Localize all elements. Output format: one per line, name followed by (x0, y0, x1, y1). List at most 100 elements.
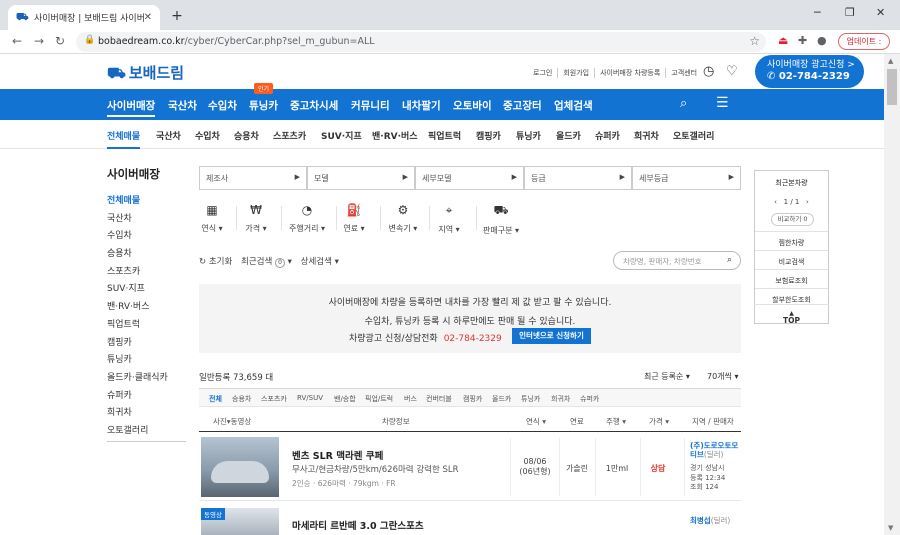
sidebar-item-van[interactable]: 밴·RV·버스 (107, 299, 149, 312)
clock-icon[interactable]: ◷ (703, 64, 714, 79)
close-tab-icon[interactable]: ✕ (144, 12, 152, 23)
filter-region[interactable]: ⌖ 지역 ▾ (429, 203, 469, 235)
sidebar-item-classic[interactable]: 올드카·클래식카 (107, 370, 168, 383)
sidebar-item-tuning[interactable]: 튜닝카 (107, 352, 132, 365)
nav-tuning[interactable]: 튜닝카 (249, 98, 278, 113)
page-scrollbar[interactable]: ▲ ▼ (884, 54, 900, 535)
sort-select[interactable]: 최근 등록순 ▾ (644, 371, 690, 382)
next-page-icon[interactable]: › (806, 198, 809, 206)
col-mileage[interactable]: 주행 ▾ (606, 416, 626, 427)
car-photo[interactable] (201, 437, 279, 497)
scroll-top-button[interactable]: ▲ TOP (754, 304, 829, 325)
filter-year[interactable]: ▦ 연식 ▾ (192, 203, 232, 234)
scroll-up-icon[interactable]: ▲ (888, 57, 893, 65)
sidebar-item-domestic[interactable]: 국산차 (107, 211, 132, 224)
apply-online-button[interactable]: 인터넷으로 신청하기 (512, 328, 591, 344)
profile-icon[interactable]: ● (817, 34, 827, 47)
site-logo[interactable]: ⛟ 보배드림 (107, 62, 184, 84)
sidebar-item-sedan[interactable]: 승용차 (107, 246, 132, 259)
col-price[interactable]: 가격 ▾ (649, 416, 669, 427)
scroll-down-icon[interactable]: ▼ (888, 524, 893, 532)
nav-motorcycle[interactable]: 오토바이 (453, 98, 492, 113)
nav-imported[interactable]: 수입차 (208, 98, 237, 113)
tab-rare[interactable]: 희귀차 (551, 394, 570, 404)
subnav-van[interactable]: 밴·RV·버스 (372, 129, 418, 142)
nav-sell-my-car[interactable]: 내차팔기 (402, 98, 441, 113)
compare-button[interactable]: 비교하기 0 (771, 213, 814, 226)
maker-select[interactable]: 제조사 ▶ (199, 166, 307, 190)
ad-apply-button[interactable]: 사이버매장 광고신청 > ✆ 02-784-2329 (755, 55, 864, 88)
tab-van[interactable]: 밴/승합 (334, 394, 356, 404)
nav-cyber-store[interactable]: 사이버매장 (107, 98, 156, 117)
filter-fuel[interactable]: ⛽ 연료 ▾ (334, 203, 374, 234)
nav-used-market[interactable]: 중고장터 (503, 98, 542, 113)
col-photo[interactable]: 사진▾동영상 (213, 416, 251, 427)
sidebar-item-gallery[interactable]: 오토갤러리 (107, 423, 148, 436)
insurance-link[interactable]: 보험료조회 (755, 269, 828, 288)
subnav-gallery[interactable]: 오토갤러리 (673, 129, 714, 142)
subnav-old[interactable]: 올드카 (556, 129, 581, 142)
customer-center-link[interactable]: 고객센터 (666, 68, 702, 78)
per-page-select[interactable]: 70개씩 ▾ (707, 371, 738, 382)
subnav-sports[interactable]: 스포츠카 (273, 129, 306, 142)
detail-model-select[interactable]: 세부모델 ▶ (415, 166, 524, 190)
seller-name[interactable]: 최병섭(딜러) (690, 516, 730, 525)
detail-search-button[interactable]: 상세검색 ▾ (301, 257, 339, 267)
subnav-imported[interactable]: 수입차 (195, 129, 220, 142)
signup-link[interactable]: 회원가입 (558, 68, 596, 78)
tab-old[interactable]: 올드카 (492, 394, 511, 404)
filter-price[interactable]: ₩ 가격 ▾ (236, 203, 276, 234)
reset-icon[interactable]: ↻ (199, 257, 206, 267)
subnav-all[interactable]: 전체매물 (107, 129, 141, 149)
model-select[interactable]: 모델 ▶ (307, 166, 415, 190)
col-year[interactable]: 연식 ▾ (526, 416, 546, 427)
grade-select[interactable]: 등급 ▶ (524, 166, 632, 190)
nav-dealer-search[interactable]: 업체검색 (554, 98, 593, 113)
extensions-icon[interactable]: ✚ (798, 34, 807, 47)
new-tab-icon[interactable]: + (168, 8, 186, 26)
nav-domestic[interactable]: 국산차 (168, 98, 197, 113)
login-link[interactable]: 로그인 (528, 68, 559, 78)
nav-market-price[interactable]: 중고차시세 (290, 98, 338, 113)
tab-pickup[interactable]: 픽업/트럭 (365, 394, 393, 404)
search-icon[interactable]: ⌕ (680, 96, 687, 111)
reset-button[interactable]: 초기화 (209, 257, 232, 267)
sidebar-item-pickup[interactable]: 픽업트럭 (107, 317, 140, 330)
register-car-link[interactable]: 사이버매장 차량등록 (595, 68, 667, 78)
subnav-super[interactable]: 슈퍼카 (595, 129, 620, 142)
update-button[interactable]: 업데이트 : (838, 33, 890, 50)
forward-icon[interactable]: → (34, 34, 44, 48)
search-icon[interactable]: ⌕ (727, 255, 732, 265)
reload-icon[interactable]: ↻ (55, 34, 65, 48)
tab-rvsuv[interactable]: RV/SUV (297, 394, 323, 402)
liked-cars-link[interactable]: 찜한차량 (755, 231, 828, 250)
car-title[interactable]: 마세라티 르반떼 3.0 그란스포츠 (292, 518, 424, 532)
filter-transmission[interactable]: ⚙ 변속기 ▾ (383, 203, 423, 234)
prev-page-icon[interactable]: ‹ (774, 198, 777, 206)
sidebar-item-all[interactable]: 전체매물 (107, 193, 140, 206)
compare-search-link[interactable]: 비교검색 (755, 250, 828, 269)
tab-sedan[interactable]: 승용차 (232, 394, 251, 404)
sidebar-item-sports[interactable]: 스포츠카 (107, 264, 140, 277)
subnav-rare[interactable]: 희귀차 (634, 129, 659, 142)
tab-tuning[interactable]: 튜닝카 (521, 394, 540, 404)
pdf-extension-icon[interactable]: ⏏ (778, 34, 788, 47)
sidebar-item-imported[interactable]: 수입차 (107, 228, 132, 241)
sidebar-item-suv[interactable]: SUV·지프 (107, 281, 145, 294)
detail-grade-select[interactable]: 세부등급 ▶ (632, 166, 741, 190)
recent-search-button[interactable]: 최근검색 0 ▾ (241, 257, 292, 268)
tab-all[interactable]: 전체 (209, 394, 222, 404)
scrollbar-thumb[interactable] (887, 69, 897, 105)
restore-icon[interactable]: ❐ (845, 6, 855, 19)
subnav-suv[interactable]: SUV·지프 (321, 129, 362, 142)
tab-bus[interactable]: 버스 (404, 394, 417, 404)
sidebar-item-camping[interactable]: 캠핑카 (107, 335, 132, 348)
subnav-tuning[interactable]: 튜닝카 (516, 129, 541, 142)
subnav-pickup[interactable]: 픽업트럭 (428, 129, 461, 142)
subnav-domestic[interactable]: 국산차 (156, 129, 181, 142)
browser-tab[interactable]: ⛟ 사이버매장 | 보배드림 사이버미 ✕ (8, 5, 160, 30)
heart-icon[interactable]: ♡ (726, 64, 738, 79)
hamburger-menu-icon[interactable]: ☰ (716, 95, 729, 111)
car-title[interactable]: 벤츠 SLR 맥라렌 쿠페 (292, 448, 383, 462)
tab-sports[interactable]: 스포츠카 (261, 394, 287, 404)
